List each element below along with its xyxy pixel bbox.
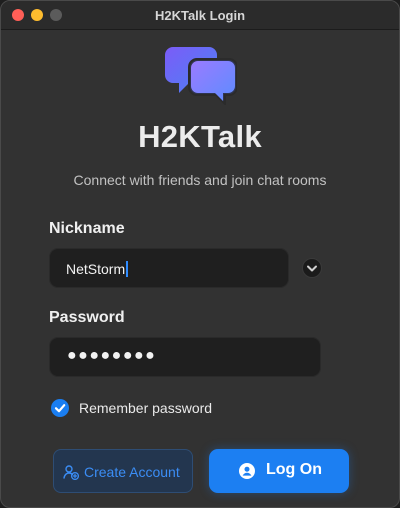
- remember-password-checkbox[interactable]: [51, 399, 69, 417]
- nickname-history-dropdown[interactable]: [302, 258, 322, 278]
- password-value: ●●●●●●●●: [67, 347, 157, 364]
- app-tagline: Connect with friends and join chat rooms: [73, 172, 327, 188]
- create-account-label: Create Account: [84, 464, 180, 480]
- log-on-label: Log On: [266, 461, 322, 478]
- chat-bubbles-icon: [165, 47, 237, 105]
- login-window: H2KTalk Login H2KTalk Connect with frien…: [0, 0, 400, 508]
- user-icon: [239, 463, 255, 479]
- add-user-icon: [63, 465, 79, 480]
- app-name: H2KTalk: [138, 119, 262, 154]
- title-bar[interactable]: H2KTalk Login: [1, 1, 399, 30]
- create-account-button[interactable]: Create Account: [53, 449, 193, 493]
- password-input[interactable]: ●●●●●●●●: [49, 337, 321, 377]
- checkmark-icon: [54, 404, 66, 413]
- nickname-input[interactable]: NetStorm: [49, 248, 289, 288]
- nickname-label: Nickname: [49, 220, 125, 237]
- password-label: Password: [49, 309, 125, 326]
- window-title: H2KTalk Login: [154, 8, 246, 23]
- log-on-button[interactable]: Log On: [209, 449, 349, 493]
- remember-password-label[interactable]: Remember password: [79, 400, 212, 416]
- nickname-value: NetStorm: [66, 261, 126, 277]
- chevron-down-icon: [307, 265, 317, 272]
- text-caret: [126, 261, 129, 277]
